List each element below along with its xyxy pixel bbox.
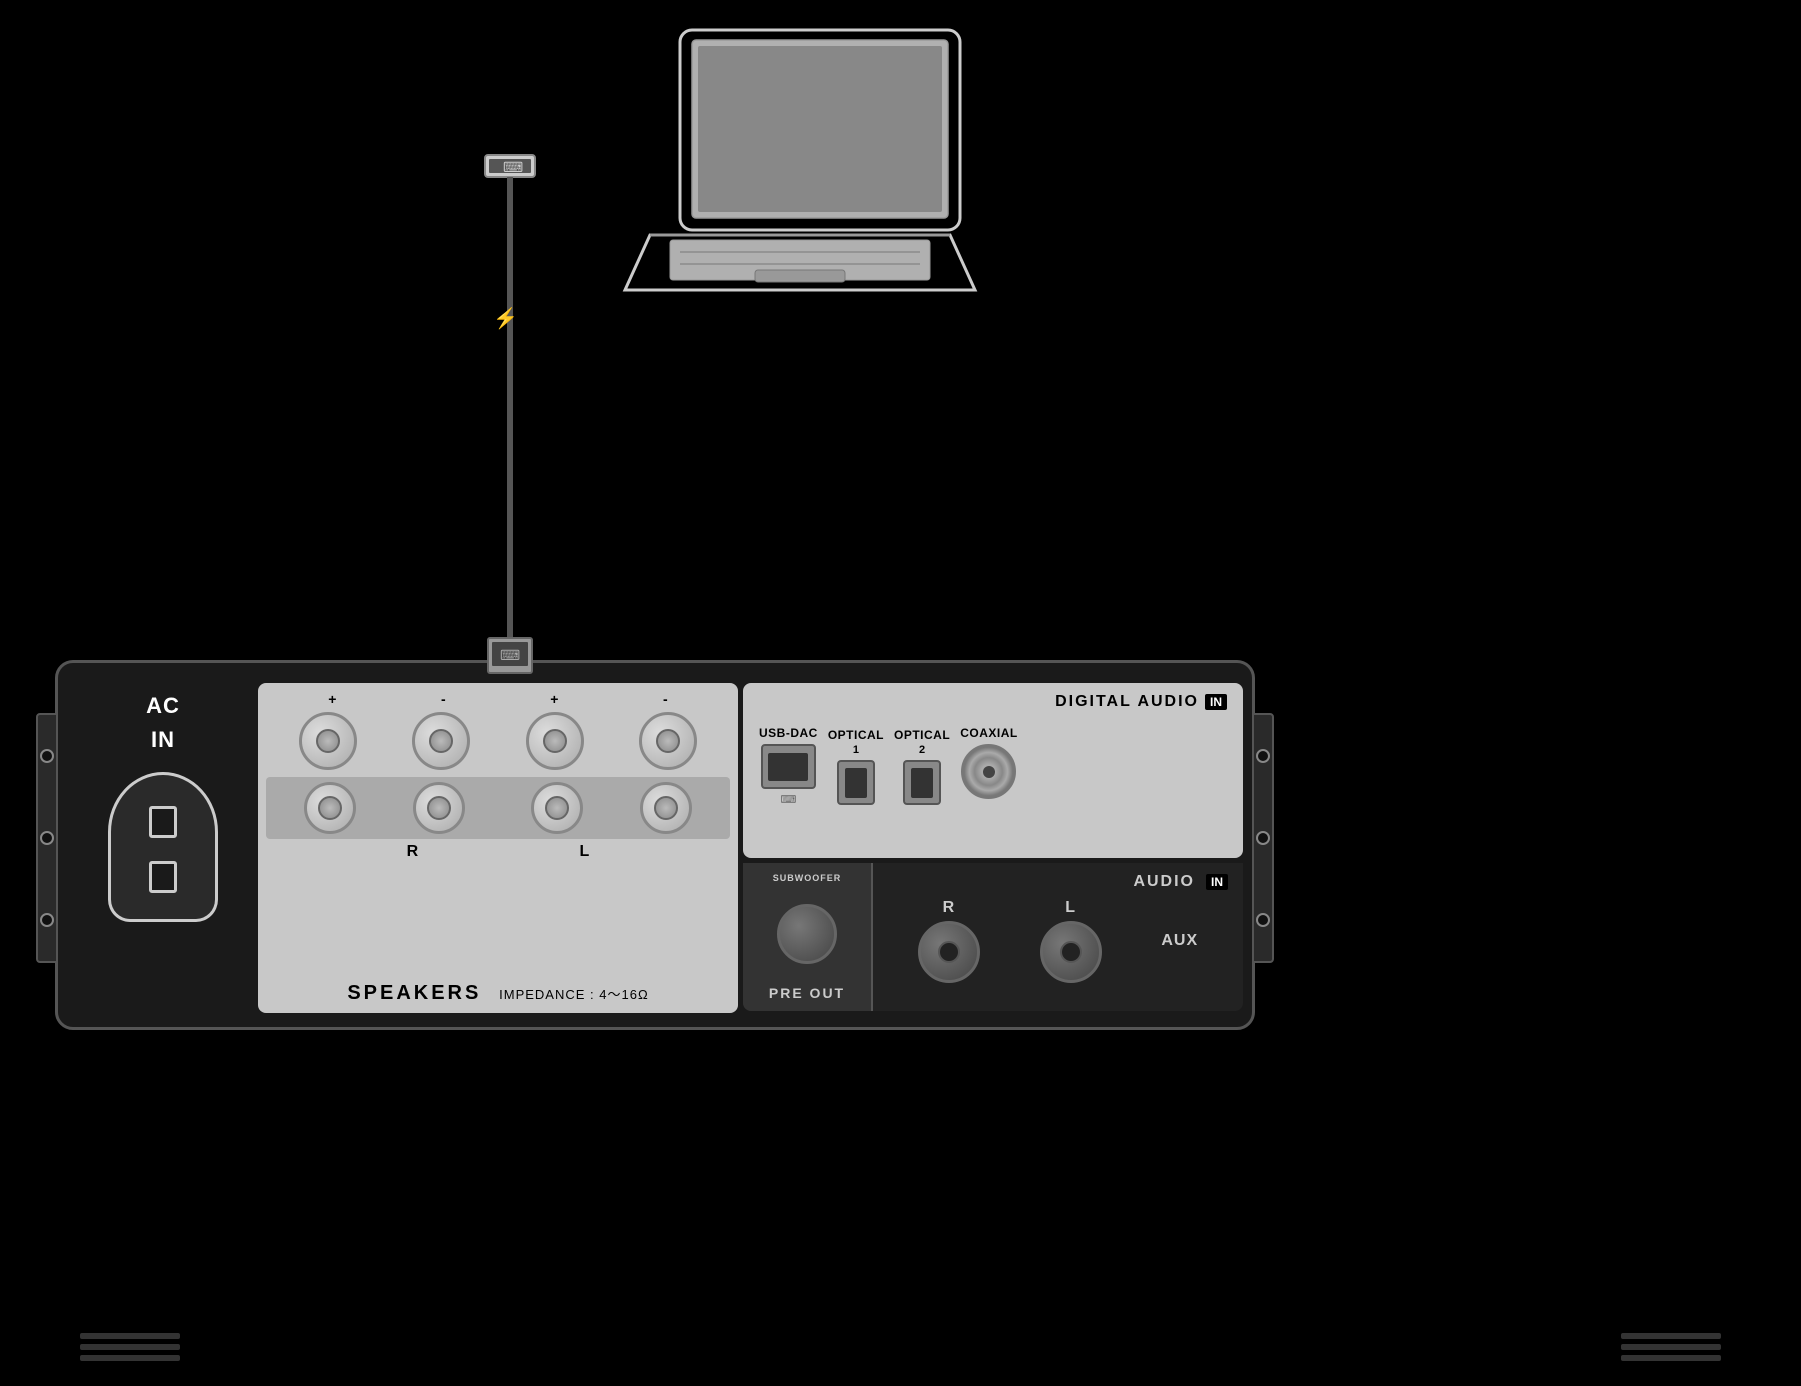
speaker-terminal-1 (299, 712, 357, 770)
optical-1-label: OPTICAL (828, 728, 884, 742)
coaxial-port-group: COAXIAL (960, 726, 1018, 799)
optical-2-port (903, 760, 941, 805)
terminal-knob-7 (531, 782, 583, 834)
aux-label: AUX (1161, 932, 1198, 950)
mount-hole-6 (1256, 913, 1270, 927)
subwoofer-label: SUBWOOFER (773, 873, 842, 883)
optical-1-port (837, 760, 875, 805)
digital-audio-label: DIGITAL AUDIO (1055, 693, 1199, 711)
channel-l-label: L (580, 843, 590, 861)
usb-port-inner (768, 753, 808, 781)
polarity-minus-2: - (663, 691, 668, 707)
audio-in-ports: R L AUX (888, 899, 1228, 983)
ac-connector (108, 772, 218, 922)
digital-ports-row: USB-DAC ⌨ OPTICAL 1 OPTICAL (751, 721, 1235, 811)
mount-hole-3 (40, 913, 54, 927)
bottom-line-right-3 (1621, 1355, 1721, 1361)
subwoofer-knob (777, 904, 837, 964)
bottom-line-left-3 (80, 1355, 180, 1361)
speakers-footer: SPEAKERS IMPEDANCE : 4～16Ω (258, 982, 738, 1005)
digital-audio-in-badge: IN (1205, 694, 1227, 710)
mount-hole-4 (1256, 749, 1270, 763)
digital-audio-header: DIGITAL AUDIO IN (751, 691, 1235, 713)
mount-ear-left (36, 713, 58, 963)
svg-text:⌨: ⌨ (500, 647, 520, 663)
l-channel-group: L (1040, 899, 1102, 983)
aux-label-group: AUX (1161, 932, 1198, 950)
l-channel-label: L (1065, 899, 1076, 917)
r-channel-label: R (943, 899, 956, 917)
terminal-knob-1 (299, 712, 357, 770)
mount-hole-2 (40, 831, 54, 845)
r-channel-group: R (918, 899, 980, 983)
speaker-terminal-4 (639, 712, 697, 770)
ac-in-section: AC IN (78, 693, 248, 993)
power-prong-2 (149, 861, 177, 893)
ac-in-label-2: IN (151, 727, 175, 753)
optical-1-port-group: OPTICAL 1 (828, 726, 884, 805)
bottom-line-right-2 (1621, 1344, 1721, 1350)
polarity-plus-1: + (328, 691, 336, 707)
usb-dac-label: USB-DAC (759, 726, 818, 740)
l-channel-knob-inner (1060, 941, 1082, 963)
usb-dac-port (761, 744, 816, 789)
optical-1-sublabel: 1 (828, 744, 884, 756)
usb-dac-port-group: USB-DAC ⌨ (759, 726, 818, 806)
audio-label: AUDIO (1133, 873, 1195, 891)
speakers-title: SPEAKERS (347, 982, 481, 1004)
audio-in-badge: IN (1206, 874, 1228, 890)
preout-audioin-section: SUBWOOFER PRE OUT AUDIO IN R L (743, 863, 1243, 1011)
usb-symbol: ⌨ (780, 793, 796, 806)
power-prong-1 (149, 806, 177, 838)
mount-hole-5 (1256, 831, 1270, 845)
digital-audio-section: DIGITAL AUDIO IN USB-DAC ⌨ OPTICAL 1 (743, 683, 1243, 858)
bottom-deco-left (80, 1333, 180, 1361)
r-channel-knob (918, 921, 980, 983)
usb-cable: ⌨ ⚡ ⌨ (385, 150, 635, 750)
bottom-deco-right (1621, 1333, 1721, 1361)
bottom-line-left-2 (80, 1344, 180, 1350)
bottom-line-left-1 (80, 1333, 180, 1339)
terminal-knob-8 (640, 782, 692, 834)
l-channel-knob (1040, 921, 1102, 983)
coaxial-port (961, 744, 1016, 799)
optical-2-inner (911, 768, 933, 798)
impedance-label: IMPEDANCE : 4～16Ω (499, 987, 649, 1002)
svg-text:⚡: ⚡ (493, 306, 518, 330)
channel-r-label: R (407, 843, 419, 861)
audio-in-header: AUDIO IN (888, 873, 1228, 891)
optical-1-inner (845, 768, 867, 798)
ac-in-label: AC (146, 693, 180, 719)
preout-sub-section: SUBWOOFER PRE OUT (743, 863, 873, 1011)
coaxial-label: COAXIAL (960, 726, 1018, 740)
audio-in-section: AUDIO IN R L (873, 863, 1243, 1011)
mount-hole-1 (40, 749, 54, 763)
svg-text:⌨: ⌨ (503, 159, 523, 175)
r-channel-knob-inner (938, 941, 960, 963)
optical-2-port-group: OPTICAL 2 (894, 726, 950, 805)
optical-2-label: OPTICAL (894, 728, 950, 742)
amplifier-unit: AC IN + - + - (55, 660, 1255, 1030)
laptop-illustration (580, 20, 1020, 330)
coaxial-center (983, 766, 995, 778)
terminal-knob-5 (304, 782, 356, 834)
preout-footer-label: PRE OUT (769, 985, 845, 1001)
bottom-line-right-1 (1621, 1333, 1721, 1339)
terminal-knob-6 (413, 782, 465, 834)
terminal-knob-4 (639, 712, 697, 770)
mount-ear-right (1252, 713, 1274, 963)
optical-2-sublabel: 2 (894, 744, 950, 756)
